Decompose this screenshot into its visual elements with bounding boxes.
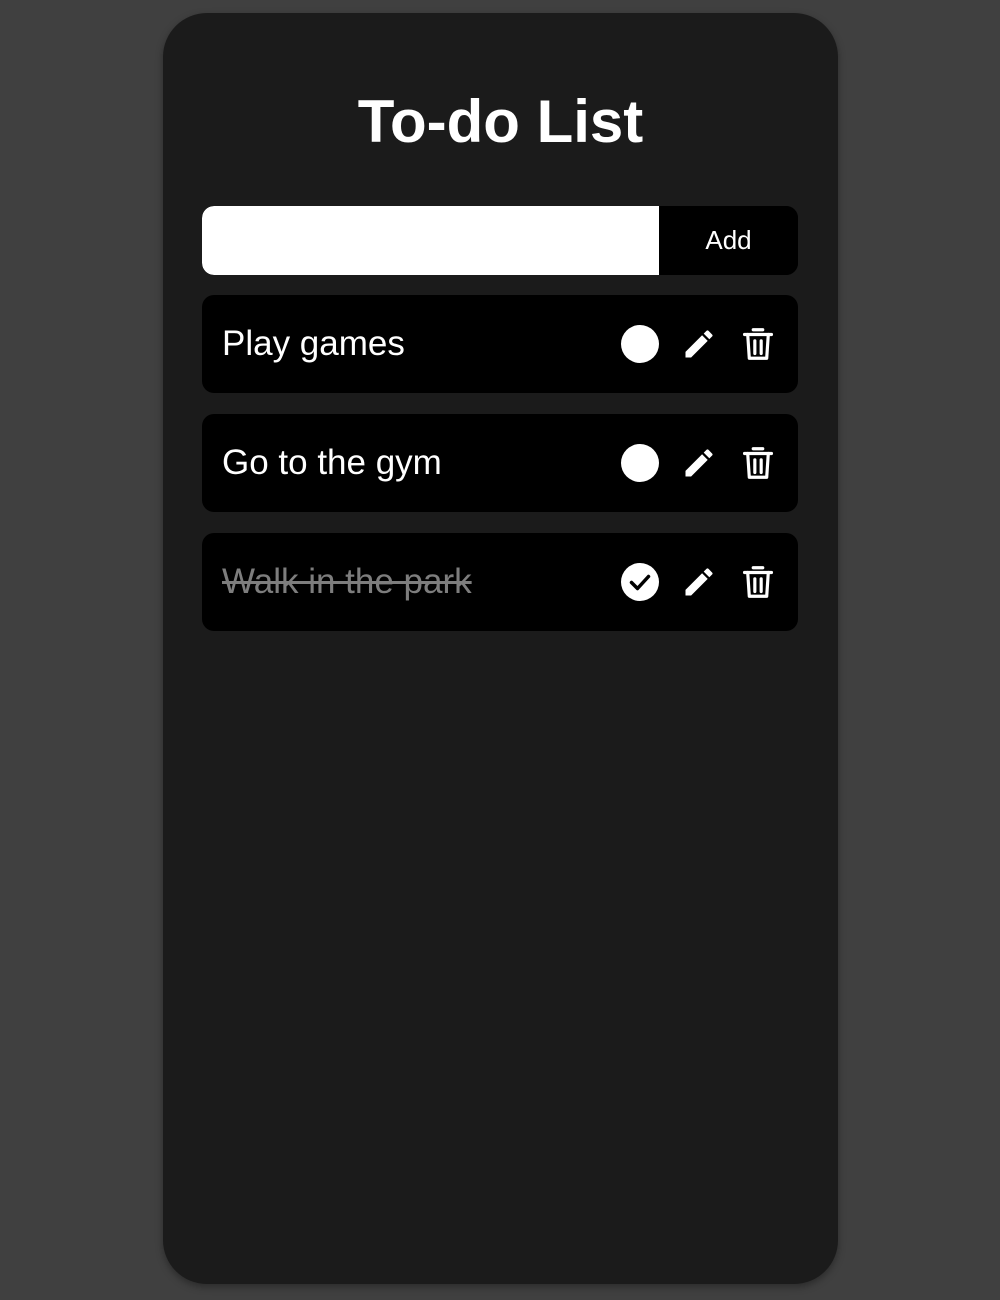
add-todo-form: Add [202,206,798,275]
todo-card: To-do List Add Play games Go to the gym [163,13,838,1284]
todo-item-actions [620,324,778,364]
add-button[interactable]: Add [659,206,798,275]
todo-item: Go to the gym [202,414,798,512]
todo-item-actions [620,443,778,483]
todo-item: Play games [202,295,798,393]
todo-item-text: Walk in the park [222,562,472,601]
trash-icon[interactable] [738,562,778,602]
todo-input[interactable] [202,206,659,275]
page-title: To-do List [357,88,644,155]
circle-icon[interactable] [620,443,660,483]
pencil-icon[interactable] [679,443,719,483]
todo-list: Play games Go to the gym Walk in the par… [202,295,798,652]
todo-item-completed: Walk in the park [202,533,798,631]
trash-icon[interactable] [738,443,778,483]
trash-icon[interactable] [738,324,778,364]
todo-item-text: Play games [222,324,405,363]
todo-item-text: Go to the gym [222,443,442,482]
check-circle-icon[interactable] [620,562,660,602]
pencil-icon[interactable] [679,324,719,364]
todo-item-actions [620,562,778,602]
circle-icon[interactable] [620,324,660,364]
pencil-icon[interactable] [679,562,719,602]
